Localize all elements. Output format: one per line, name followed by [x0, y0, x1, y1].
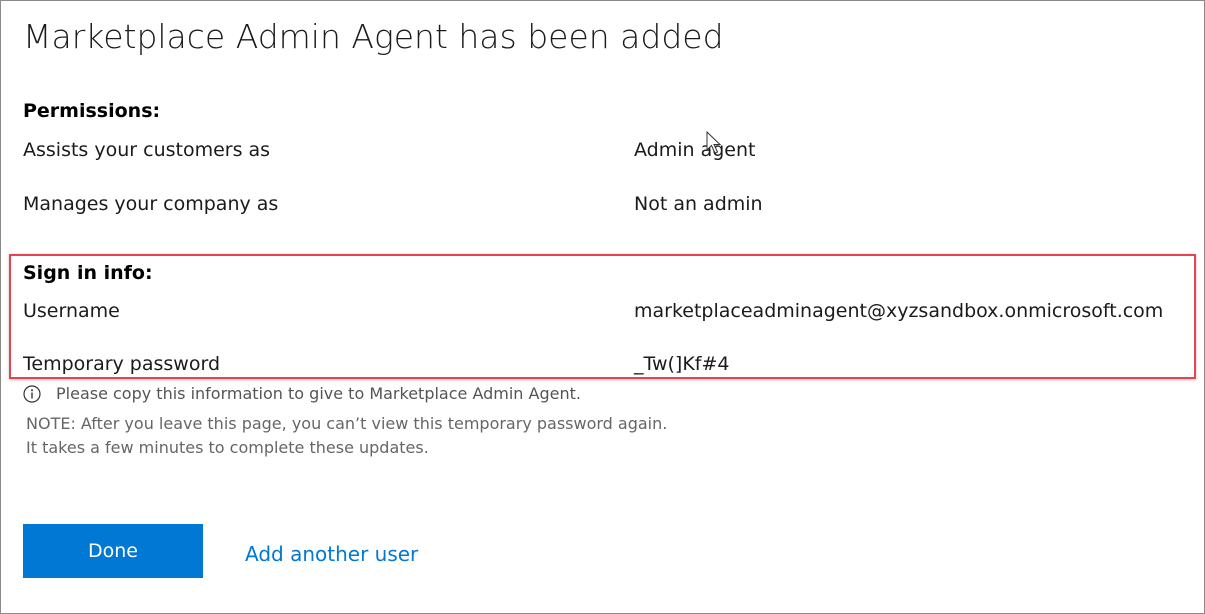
done-button[interactable]: Done [23, 524, 203, 578]
temporary-password-value: _Tw(]Kf#4 [634, 353, 730, 375]
info-circle-icon [23, 384, 41, 403]
assists-customers-label: Assists your customers as [23, 139, 271, 161]
temporary-password-label: Temporary password [23, 353, 221, 375]
copy-info-text: Please copy this information to give to … [56, 384, 581, 403]
sign-in-info-heading: Sign in info: [23, 262, 153, 284]
password-note-text: NOTE: After you leave this page, you can… [26, 414, 668, 433]
username-label: Username [23, 300, 120, 322]
manages-company-label: Manages your company as [23, 193, 279, 215]
manages-company-value: Not an admin [634, 193, 763, 215]
add-another-user-link[interactable]: Add another user [245, 542, 418, 566]
mouse-pointer-icon [706, 130, 722, 155]
username-value: marketplaceadminagent@xyzsandbox.onmicro… [634, 300, 1164, 322]
copy-info-message: Please copy this information to give to … [23, 384, 581, 403]
permissions-heading: Permissions: [23, 100, 161, 122]
assists-customers-value: Admin agent [634, 139, 756, 161]
page-title: Marketplace Admin Agent has been added [23, 17, 724, 56]
update-time-note-text: It takes a few minutes to complete these… [26, 438, 429, 457]
dialog-panel: Marketplace Admin Agent has been added P… [0, 0, 1205, 614]
